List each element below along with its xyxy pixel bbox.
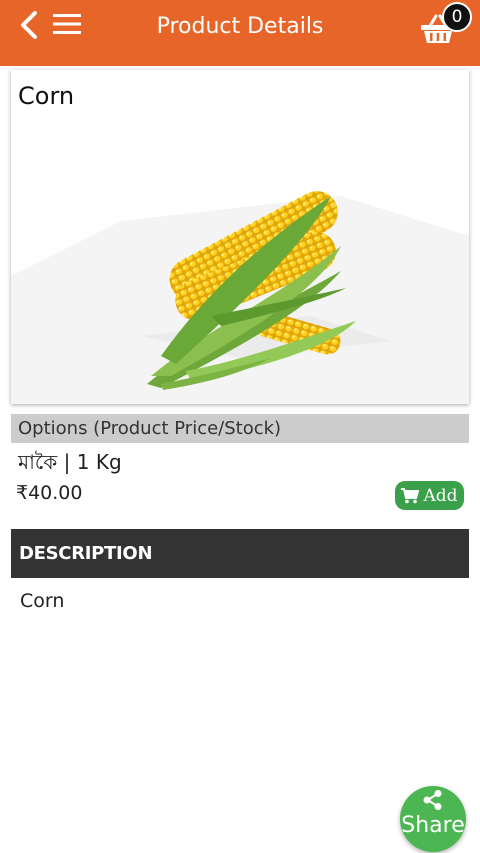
hamburger-menu-icon: [53, 14, 81, 34]
add-button-label: Add: [423, 485, 458, 506]
share-label: Share: [401, 813, 465, 838]
share-button[interactable]: Share: [400, 786, 466, 852]
app-toolbar: Product Details 0: [0, 0, 480, 66]
product-image[interactable]: [11, 126, 469, 404]
back-button[interactable]: [16, 8, 42, 42]
share-icon: [423, 790, 442, 810]
add-to-cart-button[interactable]: Add: [395, 481, 464, 510]
menu-button[interactable]: [50, 8, 84, 40]
variant-label: মাকৈ | 1 Kg: [18, 450, 122, 474]
cart-count-badge: 0: [442, 2, 472, 32]
back-arrow-icon: [21, 11, 37, 39]
product-name: Corn: [18, 82, 75, 110]
description-header: DESCRIPTION: [11, 529, 469, 578]
cart-icon: [401, 487, 420, 503]
product-card: Corn: [11, 70, 469, 404]
description-text: Corn: [20, 590, 65, 612]
price-label: ₹40.00: [16, 482, 83, 504]
corn-cobs-image: [11, 191, 469, 404]
options-header: Options (Product Price/Stock): [11, 414, 469, 443]
page-title: Product Details: [156, 14, 324, 39]
